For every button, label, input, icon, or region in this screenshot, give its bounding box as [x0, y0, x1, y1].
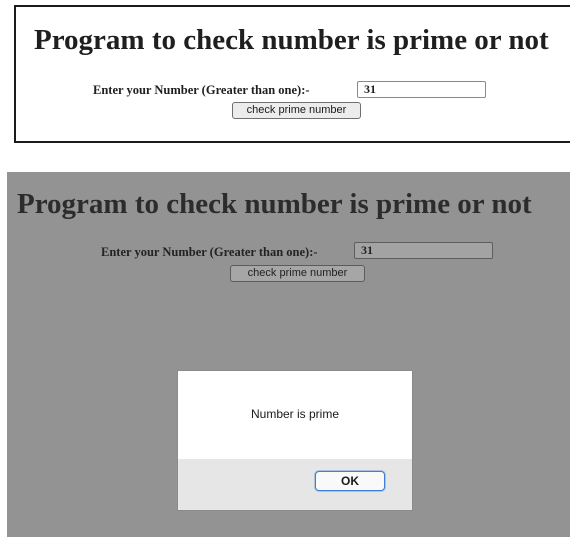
alert-message: Number is prime: [250, 407, 340, 421]
alert-footer: OK: [178, 459, 412, 510]
page-title: Program to check number is prime or not: [34, 24, 549, 56]
page-before-alert: Program to check number is prime or not …: [14, 5, 570, 143]
ok-button[interactable]: OK: [315, 471, 385, 491]
number-label: Enter your Number (Greater than one):-: [101, 245, 318, 259]
number-label: Enter your Number (Greater than one):-: [93, 83, 310, 97]
page-title: Program to check number is prime or not: [17, 188, 532, 220]
page-with-alert: Program to check number is prime or not …: [7, 172, 570, 537]
alert-dialog: Number is prime OK: [178, 371, 412, 510]
check-prime-button: check prime number: [230, 265, 365, 282]
number-input: 31: [354, 242, 493, 259]
screenshot-frame: Program to check number is prime or not …: [0, 0, 570, 537]
check-prime-button[interactable]: check prime number: [232, 102, 361, 119]
number-input[interactable]: 31: [357, 81, 486, 98]
